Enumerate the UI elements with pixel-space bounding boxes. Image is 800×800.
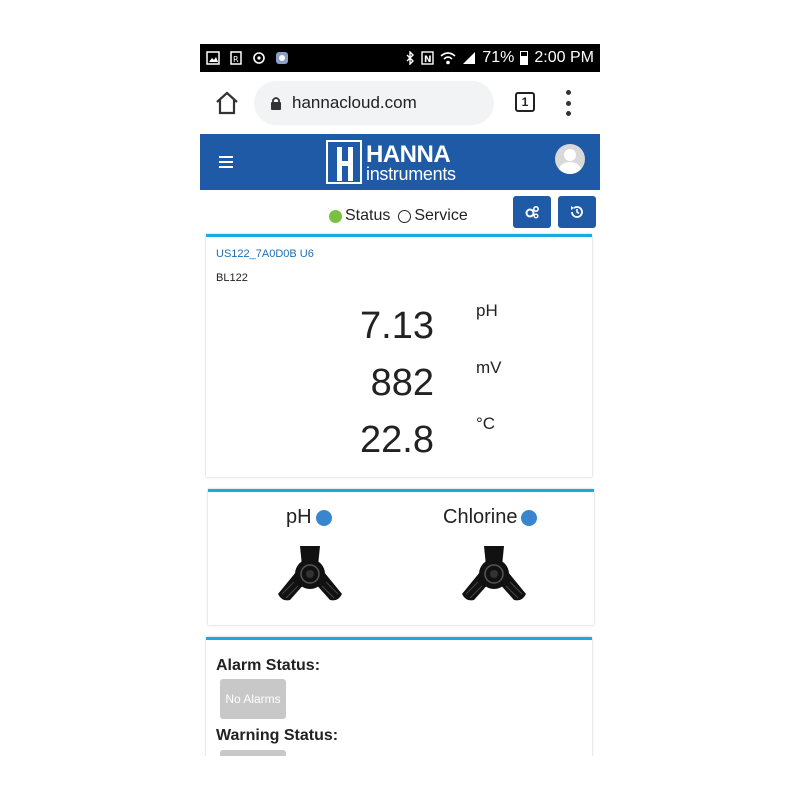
temp-reading-unit: °C bbox=[476, 414, 496, 433]
gears-icon bbox=[525, 205, 540, 219]
home-icon[interactable] bbox=[214, 90, 240, 116]
radio-unselected-icon bbox=[398, 209, 412, 223]
clock: 2:00 PM bbox=[534, 49, 594, 66]
image-notification-icon bbox=[206, 51, 220, 65]
device-id-link[interactable]: US122_7A0D0B U6 bbox=[216, 248, 314, 260]
temp-reading-value: 22.8 bbox=[360, 419, 434, 461]
history-icon bbox=[571, 206, 583, 218]
history-button[interactable] bbox=[558, 196, 596, 228]
status-bar: R N 71% 2:00 PM bbox=[200, 44, 600, 72]
ph-reading-unit: pH bbox=[476, 301, 498, 320]
status-radio-label: Status bbox=[345, 207, 391, 224]
url-text: hannacloud.com bbox=[292, 93, 417, 112]
browser-toolbar: hannacloud.com 1 bbox=[200, 72, 600, 134]
nfc-icon: N bbox=[421, 51, 435, 65]
device-readings-card[interactable]: US122_7A0D0B U6 BL122 7.13 pH 882 mV 22.… bbox=[206, 234, 592, 477]
mv-reading-unit: mV bbox=[476, 358, 502, 377]
app-header: HANNA instruments bbox=[200, 134, 600, 190]
device-model: BL122 bbox=[216, 272, 248, 284]
app-notification-icon bbox=[276, 52, 288, 64]
logo-box bbox=[326, 140, 362, 184]
probe-ph-label: pH bbox=[286, 506, 312, 528]
battery-icon bbox=[520, 51, 529, 65]
probe-ph-status-dot bbox=[315, 509, 332, 526]
address-bar[interactable]: hannacloud.com bbox=[254, 81, 494, 125]
logo-text-instruments: instruments bbox=[366, 164, 456, 184]
warning-status-title: Warning Status: bbox=[216, 727, 339, 744]
tab-switcher-button[interactable]: 1 bbox=[515, 92, 535, 112]
hanna-logo: HANNA instruments bbox=[326, 140, 476, 184]
browser-menu-icon[interactable] bbox=[564, 90, 572, 116]
battery-percent: 71% bbox=[482, 49, 515, 66]
probe-chlorine-label: Chlorine bbox=[443, 506, 518, 528]
bluetooth-icon bbox=[406, 51, 415, 65]
ph-reading-value: 7.13 bbox=[360, 305, 434, 347]
view-toggle-row: Status Service bbox=[200, 196, 600, 234]
probe-chlorine[interactable]: Chlorine bbox=[443, 506, 538, 529]
chlorine-probe-icon bbox=[462, 546, 526, 601]
status-service-toggle: Status Service bbox=[329, 207, 468, 225]
svg-text:N: N bbox=[424, 55, 432, 65]
status-radio[interactable]: Status bbox=[329, 207, 390, 225]
ph-probe-icon bbox=[278, 546, 342, 601]
sync-notification-icon bbox=[253, 52, 265, 64]
alarm-status-title: Alarm Status: bbox=[216, 657, 321, 674]
signal-icon bbox=[463, 52, 476, 64]
service-radio-label: Service bbox=[414, 207, 468, 224]
lock-icon bbox=[271, 97, 281, 110]
logo-h-mark bbox=[337, 147, 353, 181]
svg-text:R: R bbox=[233, 55, 239, 64]
hamburger-menu-icon[interactable] bbox=[219, 156, 233, 168]
probe-ph[interactable]: pH bbox=[286, 506, 332, 529]
alarm-status-card: Alarm Status: No Alarms Warning Status: bbox=[206, 637, 592, 756]
user-avatar[interactable] bbox=[555, 144, 585, 174]
probes-card: pH Chlorine bbox=[208, 489, 594, 625]
no-alarms-badge: No Alarms bbox=[220, 679, 286, 719]
mv-reading-value: 882 bbox=[370, 362, 434, 404]
radio-selected-icon bbox=[329, 209, 342, 223]
probe-chlorine-status-dot bbox=[521, 509, 538, 526]
prescription-notification-icon: R bbox=[230, 51, 242, 65]
warning-status-badge bbox=[220, 750, 286, 756]
phone-screen: R N 71% 2:00 PM hannacloud.com 1 HANNA i… bbox=[200, 44, 600, 756]
wifi-icon bbox=[440, 52, 456, 65]
service-radio[interactable]: Service bbox=[398, 207, 468, 225]
settings-button[interactable] bbox=[513, 196, 551, 228]
